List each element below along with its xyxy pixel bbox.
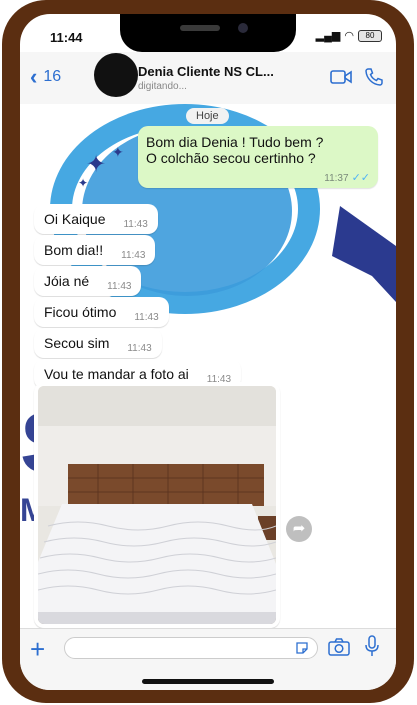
wifi-icon: ◠ — [344, 30, 354, 42]
home-indicator[interactable] — [142, 679, 274, 684]
message-time: 11:37 — [324, 173, 349, 184]
message-input[interactable] — [64, 637, 318, 659]
back-button[interactable]: ‹ 16 — [30, 64, 62, 89]
sparkle-icon: ✦ — [86, 151, 107, 178]
message-time: 11:43 — [134, 312, 159, 323]
message-text: Secou sim — [44, 335, 110, 351]
sparkle-icon: ✦ — [78, 176, 89, 190]
sparkle-icon: ✦ — [112, 144, 124, 160]
battery-icon: 80 — [358, 29, 382, 42]
sticker-icon[interactable] — [295, 641, 309, 655]
back-arrow-icon: ‹ — [30, 64, 38, 89]
phone-call-icon[interactable] — [364, 67, 384, 87]
day-separator: Hoje — [186, 108, 229, 124]
phone-screen: 11:44 ▂▄▆ ◠ 80 ‹ 16 Denia Cliente NS CL.… — [20, 14, 396, 690]
read-ticks-icon: ✓✓ — [351, 172, 370, 184]
speaker-grille — [180, 25, 220, 31]
incoming-message[interactable]: Ficou ótimo 11:43 — [34, 297, 169, 327]
signal-icon: ▂▄▆ — [315, 30, 341, 42]
input-bar: + — [20, 628, 396, 690]
message-time: 11:43 — [127, 343, 152, 354]
incoming-message[interactable]: Secou sim 11:43 — [34, 328, 162, 358]
incoming-message[interactable]: Jóia né 11:43 — [34, 266, 142, 296]
status-time: 11:44 — [50, 30, 83, 45]
avatar[interactable] — [94, 53, 138, 97]
chat-header: ‹ 16 Denia Cliente NS CL... digitando... — [20, 52, 396, 105]
phone-notch — [120, 14, 296, 52]
microphone-icon[interactable] — [365, 635, 379, 657]
outgoing-message[interactable]: Bom dia Denia ! Tudo bem ? O colchão sec… — [138, 126, 378, 188]
camera-icon[interactable] — [328, 638, 350, 656]
message-text: Vou te mandar a foto ai — [44, 366, 189, 382]
incoming-message[interactable]: Oi Kaique 11:43 — [34, 204, 158, 234]
video-call-icon[interactable] — [330, 69, 352, 85]
message-time: 11:43 — [121, 250, 146, 261]
message-text: O colchão secou certinho ? — [146, 150, 316, 166]
watermark-squeegee — [332, 206, 396, 302]
message-time: 11:43 — [123, 219, 148, 230]
unread-count: 16 — [43, 68, 62, 85]
photo-message[interactable] — [34, 382, 280, 628]
message-text: Bom dia!! — [44, 242, 104, 258]
photo-image[interactable] — [38, 386, 276, 624]
contact-name[interactable]: Denia Cliente NS CL... — [138, 64, 274, 79]
forward-icon[interactable]: ➦ — [286, 516, 312, 542]
message-time: 11:43 — [107, 281, 132, 292]
front-camera — [238, 23, 248, 33]
chat-area[interactable]: ✦ ✦ ✦ S EA M O DE EST Hoje Bom dia Denia… — [20, 104, 396, 628]
status-icons: ▂▄▆ ◠ 80 — [316, 29, 382, 42]
bed-photo — [38, 386, 276, 624]
incoming-message[interactable]: Bom dia!! 11:43 — [34, 235, 156, 265]
message-text: Jóia né — [44, 273, 90, 289]
message-text: Bom dia Denia ! Tudo bem ? — [146, 134, 324, 150]
phone-frame: 11:44 ▂▄▆ ◠ 80 ‹ 16 Denia Cliente NS CL.… — [2, 0, 414, 703]
plus-icon[interactable]: + — [30, 634, 45, 665]
message-text: Ficou ótimo — [44, 304, 117, 320]
message-text: Oi Kaique — [44, 211, 106, 227]
contact-status: digitando... — [138, 81, 187, 92]
message-meta: 11:37 ✓✓ — [324, 171, 370, 184]
